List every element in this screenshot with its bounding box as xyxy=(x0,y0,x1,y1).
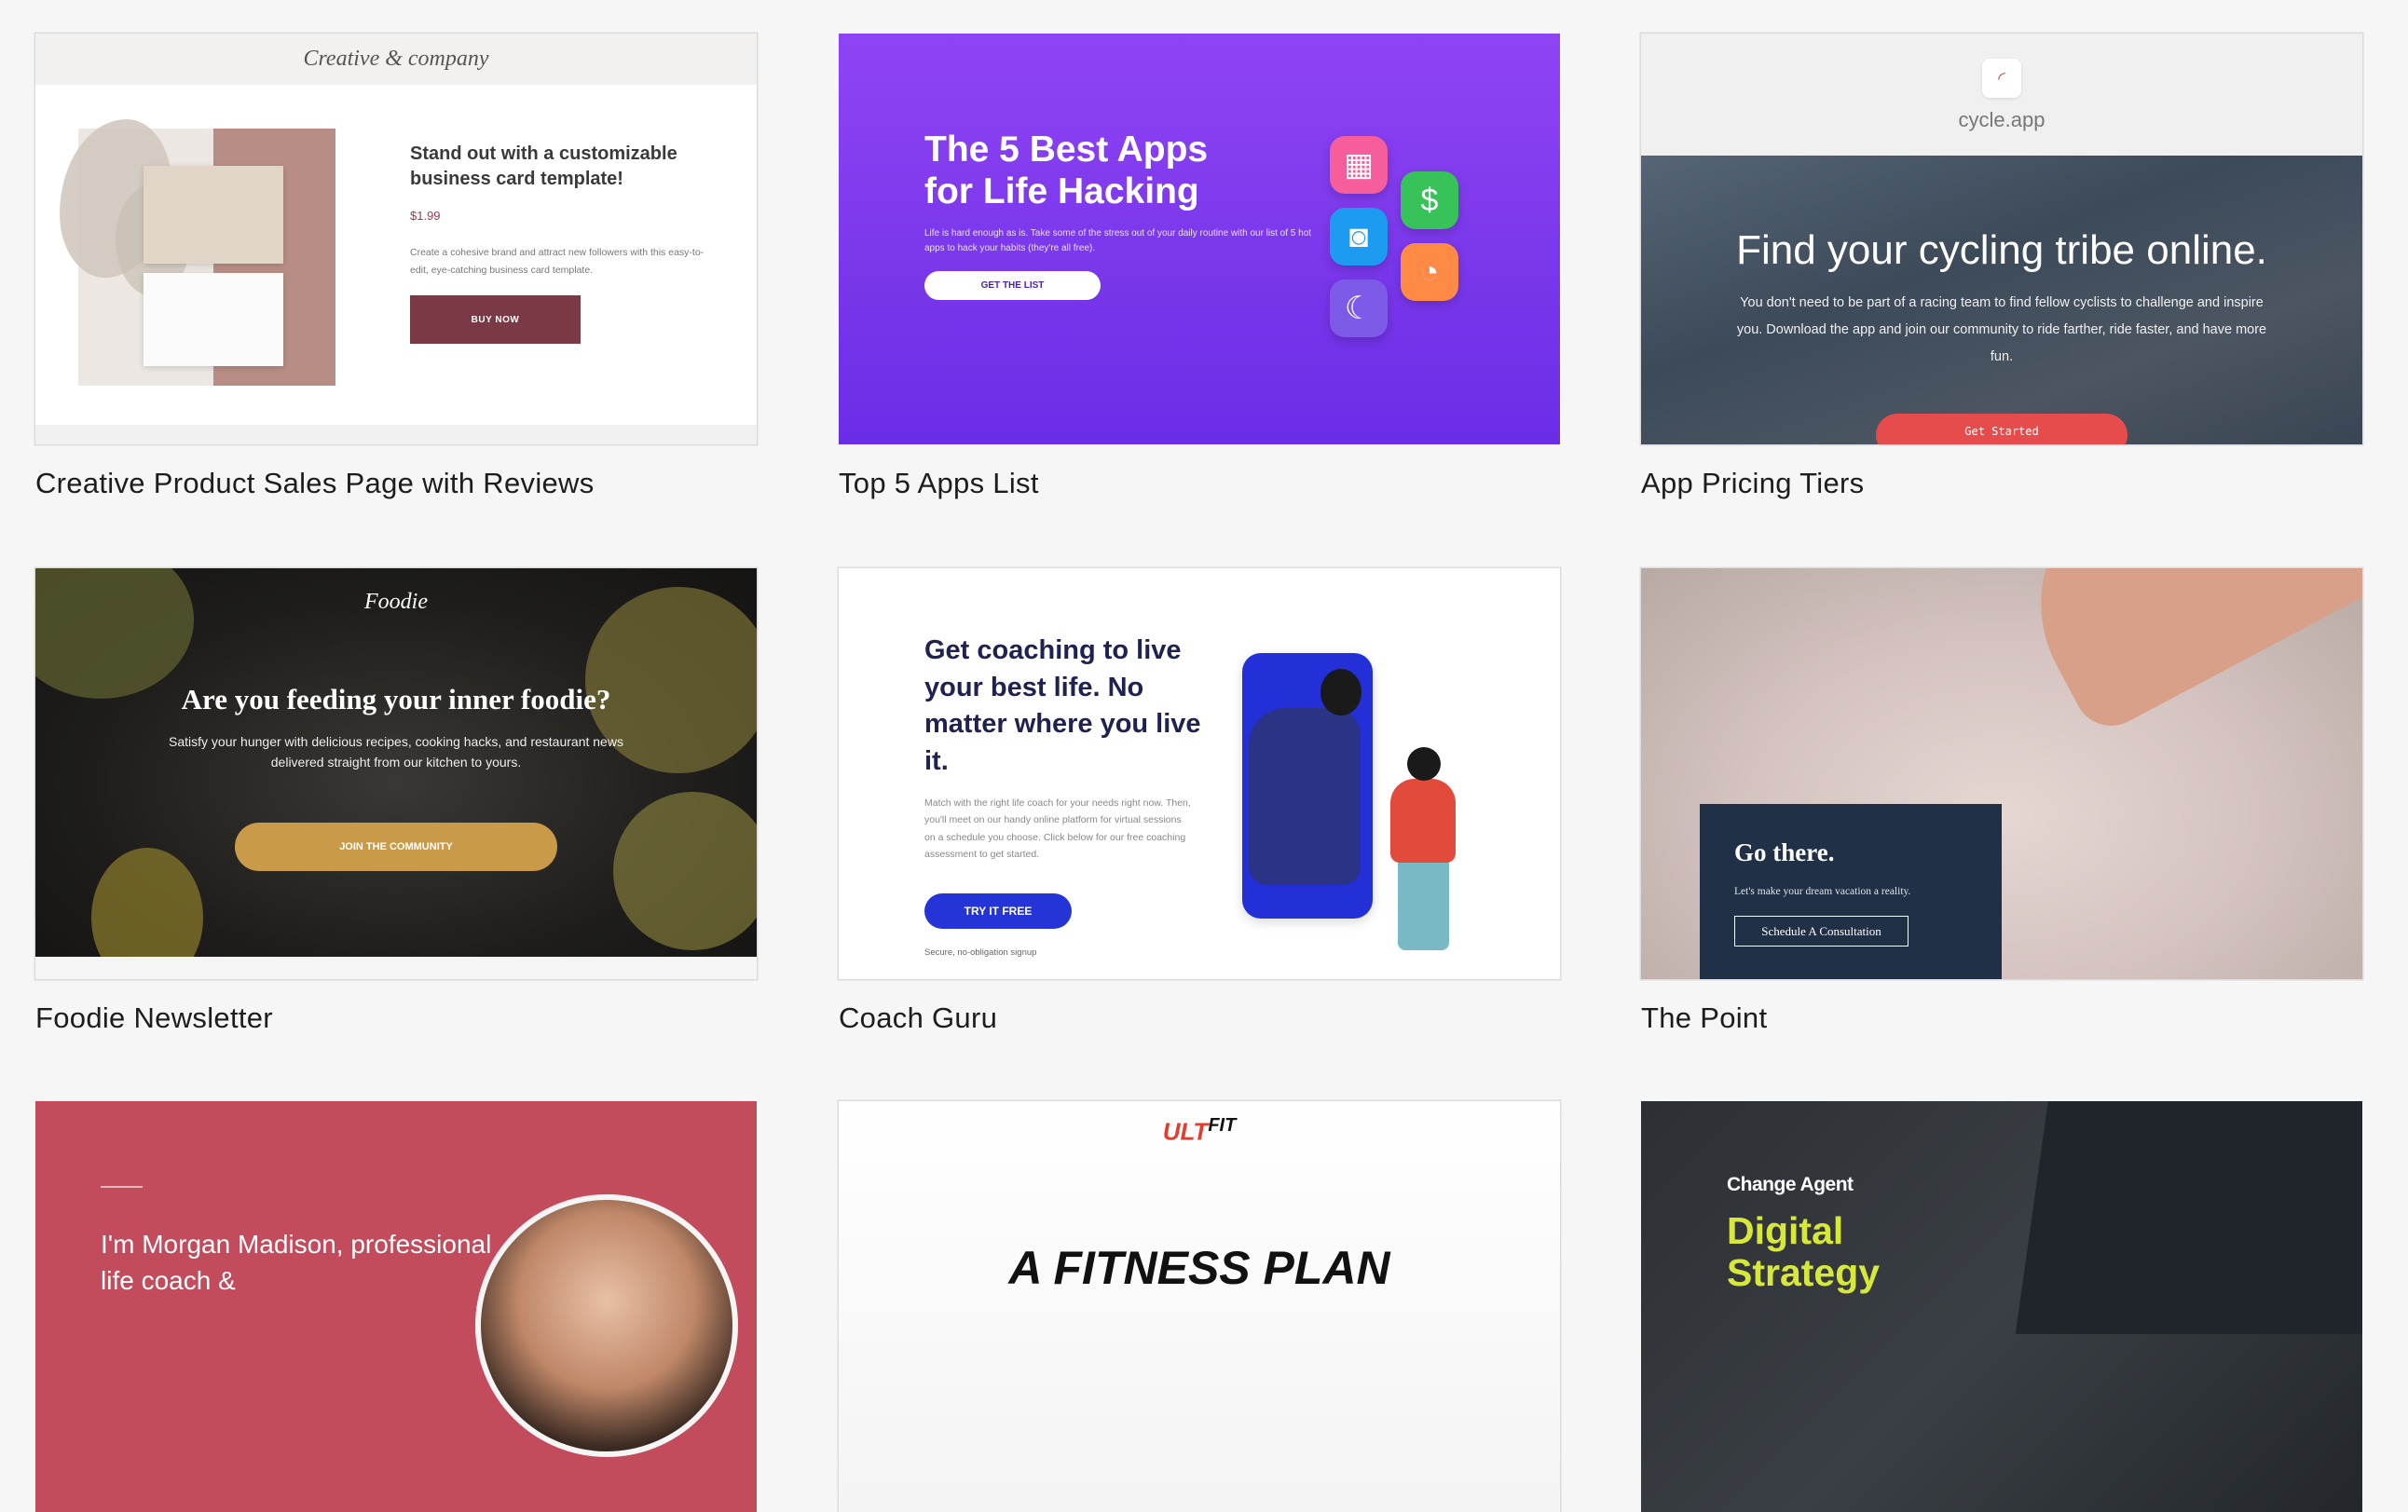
template-card[interactable]: I'm Morgan Madison, professional life co… xyxy=(35,1101,757,1512)
laptop-screen xyxy=(2015,1101,2362,1334)
preview-headline: The 5 Best Apps for Life Hacking xyxy=(924,129,1209,211)
template-card[interactable]: Get coaching to live your best life. No … xyxy=(839,568,1560,1034)
template-title[interactable]: The Point xyxy=(1641,1001,1767,1035)
fineprint: Secure, no-obligation signup xyxy=(924,947,1037,958)
product-photo xyxy=(60,119,335,386)
get-started-button: Get Started xyxy=(1876,414,2128,444)
preview-description: Life is hard enough as is. Take some of … xyxy=(924,228,1312,253)
preview-description: Let's make your dream vacation a reality… xyxy=(1734,886,1911,897)
template-card[interactable]: ULTFIT A FITNESS PLAN xyxy=(839,1101,1560,1512)
template-thumbnail[interactable]: Creative & company Stand out with a cust… xyxy=(35,34,757,444)
client-illustration xyxy=(1390,779,1456,863)
preview-headline: Digital Strategy xyxy=(1727,1209,1881,1295)
template-thumbnail[interactable]: ◜ cycle.app Find your cycling tribe onli… xyxy=(1641,34,2362,444)
business-card-back xyxy=(144,273,283,366)
template-card[interactable]: Change Agent Digital Strategy xyxy=(1641,1101,2362,1512)
template-thumbnail[interactable]: Change Agent Digital Strategy xyxy=(1641,1101,2362,1512)
preview-description: You don't need to be part of a racing te… xyxy=(1736,295,2267,364)
buy-now-button: BUY NOW xyxy=(410,295,581,344)
timer-icon: ◔ xyxy=(1401,243,1458,301)
template-thumbnail[interactable]: Get coaching to live your best life. No … xyxy=(839,568,1560,979)
brand-logo: Foodie xyxy=(364,590,428,614)
brand-logo: Change Agent xyxy=(1727,1174,1854,1195)
template-title[interactable]: Top 5 Apps List xyxy=(839,467,1039,500)
template-card[interactable]: Go there. Let's make your dream vacation… xyxy=(1641,568,2362,1034)
preview-description: Match with the right life coach for your… xyxy=(924,797,1191,861)
try-free-button: TRY IT FREE xyxy=(924,893,1072,929)
preview-headline: Find your cycling tribe online. xyxy=(1736,227,2267,273)
template-title[interactable]: Foodie Newsletter xyxy=(35,1001,273,1035)
preview-headline: Go there. xyxy=(1734,838,1835,866)
get-list-button: GET THE LIST xyxy=(924,271,1101,300)
preview-headline: Are you feeding your inner foodie? xyxy=(181,683,611,715)
moon-icon: ☾ xyxy=(1330,279,1388,337)
preview-description: Create a cohesive brand and attract new … xyxy=(410,247,705,276)
join-community-button: JOIN THE COMMUNITY xyxy=(235,823,557,871)
coach-illustration xyxy=(1249,708,1361,885)
coach-avatar xyxy=(475,1194,738,1457)
domain-label: cycle.app xyxy=(1958,108,2045,131)
template-title[interactable]: App Pricing Tiers xyxy=(1641,467,1864,500)
template-thumbnail[interactable]: ULTFIT A FITNESS PLAN xyxy=(839,1101,1560,1512)
preview-headline: I'm Morgan Madison, professional life co… xyxy=(101,1230,492,1296)
watch-icon: ◙ xyxy=(1330,208,1388,266)
preview-description: Satisfy your hunger with delicious recip… xyxy=(169,734,623,770)
template-thumbnail[interactable]: The 5 Best Apps for Life Hacking Life is… xyxy=(839,34,1560,444)
template-thumbnail[interactable]: I'm Morgan Madison, professional life co… xyxy=(35,1101,757,1512)
preview-headline: Get coaching to live your best life. No … xyxy=(924,635,1201,777)
template-title[interactable]: Coach Guru xyxy=(839,1001,997,1035)
preview-headline: Stand out with a customizable business c… xyxy=(410,143,677,189)
dollar-icon: $ xyxy=(1401,171,1458,229)
template-card[interactable]: The 5 Best Apps for Life Hacking Life is… xyxy=(839,34,1560,499)
template-title[interactable]: Creative Product Sales Page with Reviews xyxy=(35,467,595,500)
template-card[interactable]: Foodie Are you feeding your inner foodie… xyxy=(35,568,757,1034)
template-card[interactable]: ◜ cycle.app Find your cycling tribe onli… xyxy=(1641,34,2362,499)
template-card[interactable]: Creative & company Stand out with a cust… xyxy=(35,34,757,499)
template-thumbnail[interactable]: Go there. Let's make your dream vacation… xyxy=(1641,568,2362,979)
template-thumbnail[interactable]: Foodie Are you feeding your inner foodie… xyxy=(35,568,757,979)
calendar-icon: ▦ xyxy=(1330,136,1388,194)
price-label: $1.99 xyxy=(410,209,441,223)
preview-headline: A FITNESS PLAN xyxy=(1008,1242,1390,1294)
business-card-front xyxy=(144,166,283,264)
brand-logo: Creative & company xyxy=(303,47,489,71)
loading-spinner-icon: ◜ xyxy=(1982,59,2021,98)
brand-logo: ULTFIT xyxy=(1162,1115,1237,1146)
schedule-consultation-button: Schedule A Consultation xyxy=(1734,916,1909,947)
